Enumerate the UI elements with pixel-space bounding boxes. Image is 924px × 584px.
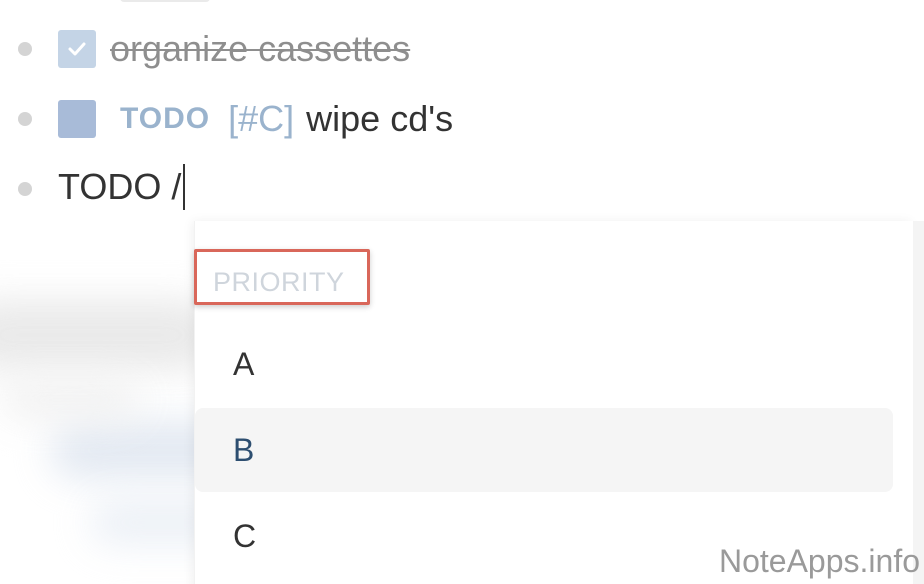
block-bullet[interactable]	[18, 42, 32, 56]
outliner-page: organize cassettes TODO [#C] wipe cd's T…	[0, 0, 924, 584]
checkmark-icon	[68, 42, 86, 56]
truncated-previous-line	[120, 0, 210, 2]
todo-task-text: wipe cd's	[306, 98, 454, 139]
blurred-background	[0, 380, 140, 420]
task-checkbox-unchecked[interactable]	[58, 100, 96, 138]
option-label: B	[233, 431, 255, 468]
todo-marker[interactable]: TODO	[120, 102, 210, 136]
block-bullet[interactable]	[18, 112, 32, 126]
priority-option-b[interactable]: B	[195, 408, 893, 492]
block-done-task[interactable]: organize cassettes	[58, 27, 410, 71]
priority-option-a[interactable]: A	[195, 322, 893, 406]
block-bullet[interactable]	[18, 182, 32, 196]
option-label: C	[233, 517, 257, 554]
option-label: A	[233, 345, 255, 382]
blurred-background	[0, 300, 220, 370]
popup-scrollbar[interactable]	[913, 221, 924, 584]
priority-tag[interactable]: [#C]	[228, 98, 294, 140]
watermark: NoteApps.info	[718, 543, 920, 579]
task-checkbox-checked[interactable]	[58, 30, 96, 68]
section-label-priority: PRIORITY	[213, 267, 345, 297]
done-task-text: organize cassettes	[110, 28, 411, 69]
block-todo-task[interactable]: TODO [#C] wipe cd's	[58, 97, 453, 141]
text-caret	[183, 164, 186, 210]
priority-autocomplete-popup: PRIORITY A B C	[194, 221, 924, 584]
editor-input-text[interactable]: TODO /	[58, 166, 181, 208]
block-editor-input[interactable]: TODO /	[58, 164, 186, 210]
